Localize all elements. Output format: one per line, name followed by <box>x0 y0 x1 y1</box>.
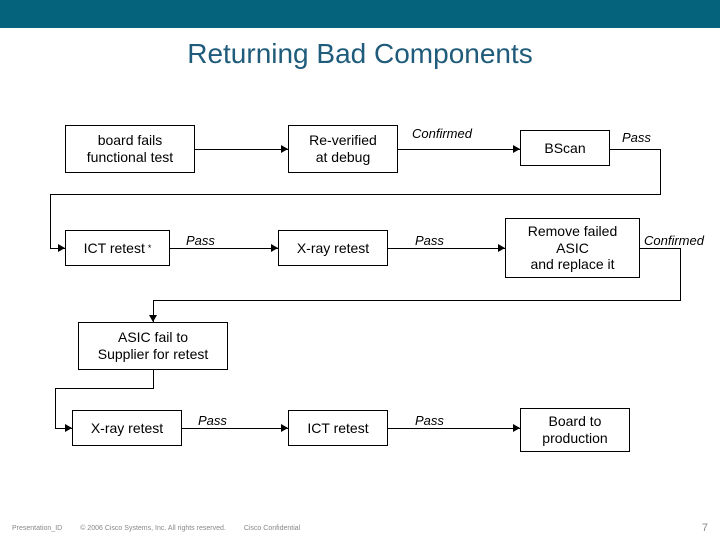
box-remove-asic: Remove failedASICand replace it <box>505 218 640 278</box>
box-ict-retest-2: ICT retest <box>288 410 388 446</box>
box-asic-supplier: ASIC fail toSupplier for retest <box>78 322 228 370</box>
edge-label-pass-4: Pass <box>198 413 227 428</box>
footer-copyright: © 2006 Cisco Systems, Inc. All rights re… <box>80 525 226 532</box>
box-xray-retest-2: X-ray retest <box>72 410 182 446</box>
footer-presentation-id: Presentation_ID <box>12 525 62 532</box>
box-xray-retest-1: X-ray retest <box>278 230 388 266</box>
box-reverified-debug: Re-verifiedat debug <box>288 125 398 173</box>
footer-page-number: 7 <box>702 522 708 534</box>
page-title: Returning Bad Components <box>0 38 720 70</box>
box-board-production: Board toproduction <box>520 408 630 452</box>
brand-bar <box>0 0 720 28</box>
box-ict-retest-1-label: ICT retest <box>84 240 145 257</box>
edge-label-pass-3: Pass <box>415 233 444 248</box>
diagram-canvas: board failsfunctional test Re-verifiedat… <box>0 70 720 500</box>
box-board-fails: board failsfunctional test <box>65 125 195 173</box>
ict-asterisk: * <box>148 243 152 254</box>
edge-label-pass-5: Pass <box>415 413 444 428</box>
footer-confidential: Cisco Confidential <box>244 525 300 532</box>
edge-label-confirmed-1: Confirmed <box>412 126 472 141</box>
edge-label-pass-1: Pass <box>622 130 651 145</box>
edge-label-confirmed-2: Confirmed <box>644 233 704 248</box>
box-bscan: BScan <box>520 130 610 166</box>
footer: Presentation_ID © 2006 Cisco Systems, In… <box>12 522 708 534</box>
edge-label-pass-2: Pass <box>186 233 215 248</box>
box-ict-retest-1: ICT retest * <box>65 230 170 266</box>
